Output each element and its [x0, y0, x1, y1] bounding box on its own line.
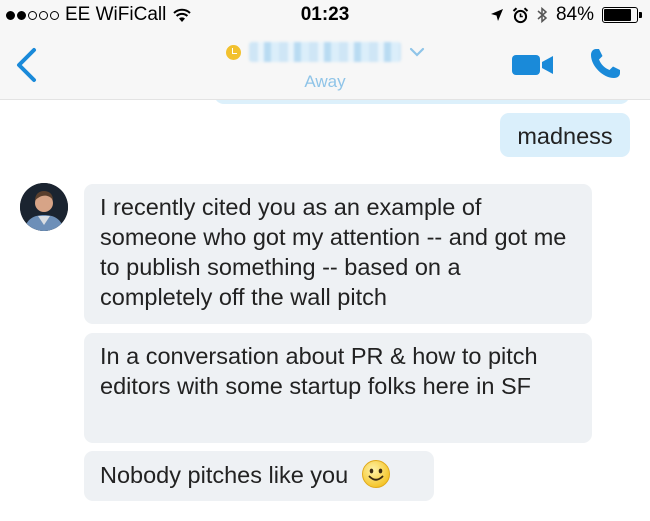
chevron-down-icon[interactable]: [409, 46, 425, 58]
contact-title-button[interactable]: [226, 42, 425, 62]
location-arrow-icon: [490, 9, 503, 21]
battery-icon: [602, 7, 642, 23]
message-text: In a conversation about PR & how to pitc…: [100, 343, 538, 399]
message-text: madness: [517, 123, 613, 149]
carrier-name: EE WiFiCall: [65, 4, 167, 25]
contact-name-redacted: [249, 42, 401, 62]
battery-level-fill: [604, 9, 631, 21]
message-text: Nobody pitches like you: [100, 462, 349, 488]
bluetooth-icon: [537, 6, 548, 24]
avatar[interactable]: [20, 183, 68, 231]
wifi-icon: [173, 8, 192, 22]
presence-icon: [226, 44, 241, 60]
status-right: 84%: [490, 4, 642, 26]
message-bubble-outgoing[interactable]: madness: [500, 113, 630, 157]
message-bubble-partial: [214, 100, 630, 104]
skype-chat-screen: EE WiFiCall 01:23 84% Away madness I rec…: [0, 0, 650, 521]
message-text: I recently cited you as an example of so…: [100, 194, 567, 310]
avatar-photo: [20, 183, 68, 231]
battery-percentage: 84%: [555, 4, 594, 25]
message-list: madness I recently cited you as an examp…: [0, 100, 650, 521]
message-bubble-incoming[interactable]: In a conversation about PR & how to pitc…: [84, 333, 592, 443]
smiley-icon: [361, 460, 390, 488]
message-bubble-incoming[interactable]: Nobody pitches like you: [84, 451, 434, 501]
phone-icon[interactable]: [588, 47, 622, 81]
signal-strength-icon: [6, 10, 59, 20]
chat-header: Away: [0, 30, 650, 100]
alarm-clock-icon: [512, 6, 529, 23]
video-icon[interactable]: [511, 53, 555, 77]
status-left: EE WiFiCall: [6, 4, 192, 26]
message-bubble-incoming[interactable]: I recently cited you as an example of so…: [84, 184, 592, 324]
status-bar: EE WiFiCall 01:23 84%: [0, 0, 650, 30]
